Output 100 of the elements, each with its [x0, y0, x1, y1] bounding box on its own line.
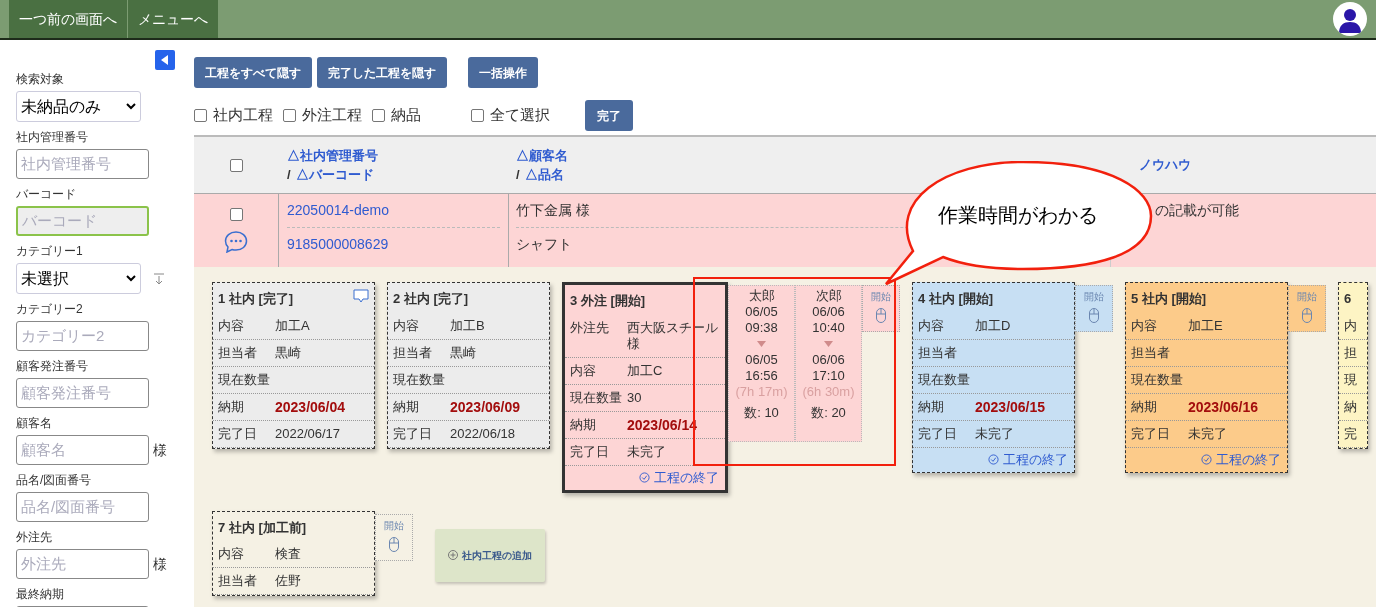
start-date: 06/06 [812, 304, 845, 320]
nav-button[interactable]: 一つ前の画面へ [9, 0, 128, 38]
field-value: 2022/06/17 [275, 425, 341, 442]
field-label: 担当者 [1131, 344, 1171, 361]
start-time: 09:38 [745, 320, 778, 336]
start-date: 06/05 [745, 304, 778, 320]
field-value: 2023/06/16 [1188, 398, 1259, 415]
chevron-down-icon [126, 103, 136, 110]
field-label: 納期 [218, 398, 245, 415]
toolbar-button[interactable]: 一括操作 [468, 57, 538, 88]
nav-button[interactable]: メニューへ [128, 0, 219, 38]
field-value: 加工C [627, 362, 663, 379]
cell-text: の記載が可能 [1155, 202, 1239, 218]
end-time: 16:56 [745, 368, 778, 384]
input-field[interactable]: 外注先 [16, 549, 149, 579]
field-label: 完了日 [918, 425, 958, 442]
start-button[interactable]: 開始 [1288, 285, 1326, 332]
field-label: 現在数量 [218, 371, 271, 388]
field-label: 担 [1344, 344, 1358, 361]
checkbox-label: 全て選択 [490, 105, 550, 126]
field-label: 顧客名 [16, 415, 53, 432]
done-button[interactable]: 完了 [585, 100, 633, 131]
checkbox-label: 納品 [391, 105, 421, 126]
field-label: 担当者 [218, 573, 258, 589]
checkbox[interactable] [230, 158, 243, 172]
field-value: 加工B [450, 317, 485, 334]
field-value: 黒崎 [275, 344, 301, 361]
toolbar-button[interactable]: 完了した工程を隠す [317, 57, 447, 88]
field-label: 現在数量 [393, 371, 446, 388]
field-label: 現在数量 [570, 389, 623, 406]
field-label: 現 [1344, 371, 1358, 388]
mouse-icon [1302, 308, 1312, 323]
input-field[interactable]: カテゴリー2 [16, 321, 149, 351]
field-value: 佐野 [275, 573, 301, 589]
field-value: 未完了 [627, 443, 666, 460]
chat-icon[interactable] [224, 231, 248, 253]
process-title: 5 社内 [開始] [1131, 290, 1207, 308]
field-value: 加工D [975, 317, 1011, 334]
toolbar-button[interactable]: 工程をすべて隠す [194, 57, 312, 88]
avatar-icon[interactable] [1333, 2, 1367, 36]
select-field[interactable]: 未納品のみ [16, 91, 141, 122]
chevron-down-icon [126, 275, 136, 282]
worker-name: 太郎 [748, 288, 775, 304]
record-link[interactable]: 22050014-demo [287, 202, 389, 218]
sort-link[interactable]: △品名 [524, 165, 564, 185]
start-button[interactable]: 開始 [375, 513, 413, 561]
check-circle-icon [1201, 454, 1212, 465]
field-value: 30 [627, 389, 642, 406]
separator-text: / [287, 166, 291, 184]
check-circle-icon [988, 454, 999, 465]
start-button[interactable]: 開始 [1075, 285, 1113, 332]
check-circle-icon [639, 472, 650, 483]
end-process-link[interactable]: 工程の終了 [639, 469, 719, 486]
field-label: 内容 [218, 546, 245, 562]
sort-link[interactable]: △社内管理番号 [287, 145, 509, 165]
input-field[interactable]: 品名/図面番号 [16, 492, 149, 522]
field-value: 検査 [275, 546, 301, 562]
field-label: 完了日 [570, 443, 610, 460]
field-label: 品名/図面番号 [16, 472, 93, 489]
start-time: 10:40 [812, 320, 845, 336]
collapse-button[interactable] [155, 50, 175, 70]
checkbox[interactable] [194, 109, 207, 122]
field-value: 2023/06/15 [975, 398, 1046, 415]
end-process-link[interactable]: 工程の終了 [988, 451, 1068, 468]
start-button[interactable]: 開始 [862, 285, 900, 332]
mouse-icon [389, 536, 399, 552]
checkbox[interactable] [372, 109, 385, 122]
field-label: 内容 [1131, 317, 1158, 334]
field-value: 2022/06/18 [450, 425, 516, 442]
field-label: バーコード [16, 186, 77, 203]
quantity: 数: 10 [744, 405, 779, 421]
end-process-link[interactable]: 工程の終了 [1201, 451, 1281, 468]
add-process-button[interactable]: 社内工程の追加 [435, 528, 545, 582]
checkbox[interactable] [283, 109, 296, 122]
field-label: カテゴリー2 [16, 301, 84, 318]
checkbox[interactable] [471, 109, 484, 122]
input-field[interactable]: 社内管理番号 [16, 149, 149, 179]
field-label: 納 [1344, 398, 1358, 415]
process-title: 1 社内 [完了] [218, 290, 294, 308]
sort-link[interactable]: ノウハウ [1139, 155, 1376, 175]
plus-circle-icon [448, 550, 458, 560]
mouse-icon [876, 308, 886, 323]
input-field[interactable]: 顧客発注番号 [16, 378, 149, 408]
mouse-icon [1089, 308, 1099, 323]
left-triangle-icon [161, 55, 169, 65]
field-value: 未完了 [1188, 425, 1227, 442]
comment-icon[interactable] [353, 289, 369, 304]
sort-icon[interactable] [153, 272, 165, 285]
sort-link[interactable]: △バーコード [295, 165, 374, 185]
checkbox[interactable] [229, 208, 243, 221]
sort-link[interactable]: △顧客名 [516, 145, 1111, 165]
field-label: 社内管理番号 [16, 129, 89, 146]
field-label: 最終納期 [16, 586, 65, 603]
field-value: 加工A [275, 317, 310, 334]
select-field[interactable]: 未選択 [16, 263, 141, 294]
record-link[interactable]: 9185000008629 [287, 236, 389, 252]
field-label: 納期 [918, 398, 945, 415]
process-title: 3 外注 [開始] [570, 292, 646, 310]
input-field[interactable]: 顧客名 [16, 435, 149, 465]
process-title: 2 社内 [完了] [393, 290, 469, 308]
